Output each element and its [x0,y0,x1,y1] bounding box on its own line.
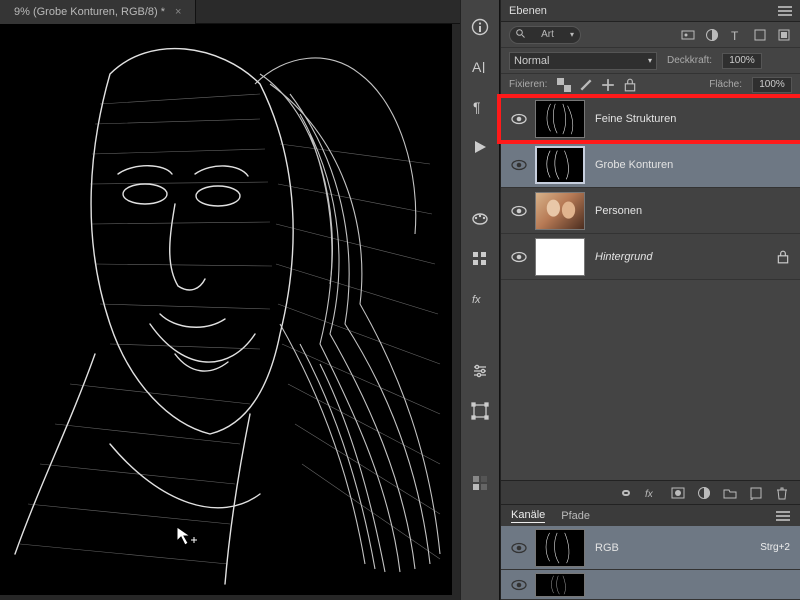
tab-paths[interactable]: Pfade [561,510,590,522]
document-area: 9% (Grobe Konturen, RGB/8) * × [0,0,460,600]
channel-thumbnail[interactable] [535,529,585,567]
layer-filter-label: Art [541,29,554,40]
layer-row[interactable]: Grobe Konturen [501,142,800,188]
visibility-icon[interactable] [511,205,527,217]
blend-mode-value: Normal [514,55,549,67]
play-icon[interactable] [467,134,493,160]
mask-icon[interactable] [670,485,686,501]
fx-icon[interactable]: fx [644,485,660,501]
lock-icon [776,250,790,264]
channels-panel: Kanäle Pfade RGB Strg+2 [501,504,800,600]
layer-name: Personen [595,205,794,217]
svg-text:fx: fx [645,489,654,500]
layer-row[interactable]: Personen [501,188,800,234]
magnify-icon [516,29,525,41]
transform-icon[interactable] [467,398,493,424]
link-layers-icon[interactable] [618,485,634,501]
character-panel-icon[interactable]: A [467,54,493,80]
svg-text:fx: fx [472,294,481,306]
layer-mode-row: Normal ▾ Deckkraft: 100% [501,48,800,74]
trash-icon[interactable] [774,485,790,501]
visibility-icon[interactable] [511,579,527,591]
channel-thumbnail[interactable] [535,573,585,597]
filter-smart-icon[interactable] [776,27,792,43]
new-layer-icon[interactable] [748,485,764,501]
layer-filter-type[interactable]: Art ▾ [509,26,581,44]
svg-text:T: T [731,29,739,42]
channel-shortcut: Strg+2 [760,542,790,553]
layer-name: Feine Strukturen [595,113,794,125]
chevron-down-icon: ▾ [570,30,574,39]
swatches-icon[interactable] [467,206,493,232]
panel-menu-icon[interactable] [778,6,792,16]
chevron-down-icon: ▾ [648,56,652,65]
document-tab-title: 9% (Grobe Konturen, RGB/8) * [14,6,165,18]
paragraph-panel-icon[interactable]: ¶ [467,94,493,120]
layer-thumbnail[interactable] [535,192,585,230]
lock-position-icon[interactable] [601,78,615,92]
visibility-icon[interactable] [511,159,527,171]
layer-name: Grobe Konturen [595,159,794,171]
opacity-label: Deckkraft: [667,55,712,66]
filter-shape-icon[interactable] [752,27,768,43]
panels-column: Ebenen Art ▾ T [500,0,800,600]
grid-icon[interactable] [467,246,493,272]
channel-row[interactable]: RGB Strg+2 [501,526,800,570]
lock-pixels-icon[interactable] [579,78,593,92]
blend-mode-select[interactable]: Normal ▾ [509,52,657,70]
layer-name: Hintergrund [595,251,776,263]
info-icon[interactable] [467,14,493,40]
channel-row[interactable] [501,570,800,600]
lock-label: Fixieren: [509,79,547,90]
canvas-image [0,24,452,595]
visibility-icon[interactable] [511,251,527,263]
document-tab[interactable]: 9% (Grobe Konturen, RGB/8) * × [0,0,196,24]
lock-transparency-icon[interactable] [557,78,571,92]
lock-all-icon[interactable] [623,78,637,92]
filter-adjust-icon[interactable] [704,27,720,43]
svg-text:A: A [472,59,482,75]
channel-name: RGB [595,542,619,554]
canvas-viewport[interactable] [0,24,460,600]
close-icon[interactable]: × [175,6,181,18]
layer-thumbnail[interactable] [535,100,585,138]
layer-list: Feine Strukturen Grobe Konturen [501,96,800,280]
layer-row[interactable]: Feine Strukturen [501,96,800,142]
document-tab-strip: 9% (Grobe Konturen, RGB/8) * × [0,0,460,24]
svg-text:¶: ¶ [473,99,481,115]
fill-label: Fläche: [709,79,742,90]
visibility-icon[interactable] [511,542,527,554]
layer-thumbnail[interactable] [535,238,585,276]
opacity-field[interactable]: 100% [722,53,762,69]
layers-panel-header: Ebenen [501,0,800,22]
layers-panel-footer: fx [501,480,800,504]
styles-icon[interactable] [467,470,493,496]
panel-dock-collapsed: A ¶ fx [460,0,500,600]
group-icon[interactable] [722,485,738,501]
layers-panel-title[interactable]: Ebenen [509,5,547,17]
tab-channels[interactable]: Kanäle [511,509,545,523]
fill-field[interactable]: 100% [752,77,792,93]
layer-filter-row: Art ▾ T [501,22,800,48]
filter-pixel-icon[interactable] [680,27,696,43]
layer-row[interactable]: Hintergrund [501,234,800,280]
layer-thumbnail[interactable] [535,146,585,184]
channels-tab-strip: Kanäle Pfade [501,504,800,526]
layer-lock-row: Fixieren: Fläche: 100% [501,74,800,96]
panel-menu-icon[interactable] [776,511,790,521]
adjustment-layer-icon[interactable] [696,485,712,501]
filter-type-icon[interactable]: T [728,27,744,43]
visibility-icon[interactable] [511,113,527,125]
fx-icon[interactable]: fx [467,286,493,312]
adjustments-icon[interactable] [467,358,493,384]
